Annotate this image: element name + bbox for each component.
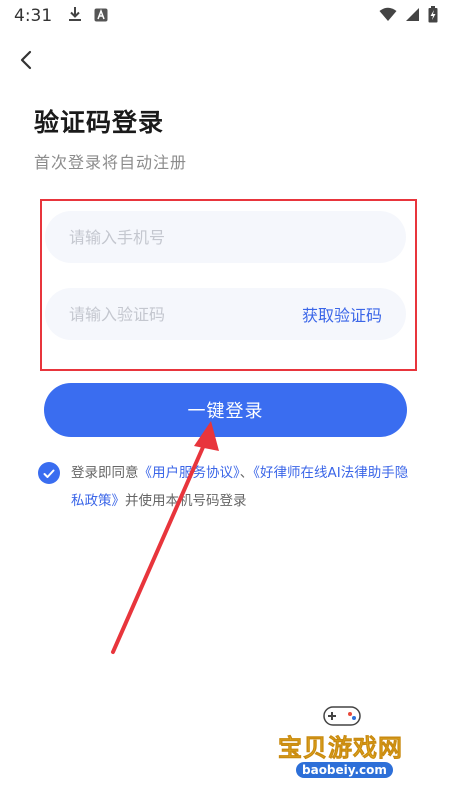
- status-time: 4:31: [14, 6, 53, 26]
- agreement-separator: 、: [239, 465, 254, 481]
- checkmark-icon: [43, 464, 55, 483]
- chevron-left-icon: [19, 50, 33, 74]
- agreement-suffix: 并使用本机号码登录: [125, 493, 247, 509]
- get-code-button[interactable]: 获取验证码: [302, 302, 382, 326]
- phone-input-row: [45, 211, 406, 263]
- one-click-login-button[interactable]: 一键登录: [44, 383, 407, 437]
- page-subtitle: 首次登录将自动注册: [34, 153, 188, 172]
- back-button[interactable]: [10, 46, 42, 78]
- signal-icon: [405, 7, 420, 26]
- accessibility-icon: [94, 7, 108, 26]
- verification-code-input[interactable]: [69, 304, 294, 324]
- code-input-row: 获取验证码: [45, 288, 406, 340]
- agreement-checkbox[interactable]: [38, 462, 60, 484]
- status-bar: 4:31: [0, 0, 450, 32]
- watermark-title: 宝贝游戏网: [278, 734, 403, 763]
- battery-charging-icon: [428, 5, 438, 27]
- watermark-domain: baobeiy.com: [296, 762, 393, 778]
- agreement-prefix: 登录即同意: [71, 465, 139, 481]
- status-left-icons: [68, 6, 108, 26]
- watermark: 宝贝游戏网 baobeiy.com: [264, 700, 424, 790]
- user-service-agreement-link[interactable]: 《用户服务协议》: [139, 465, 240, 481]
- wifi-icon: [379, 7, 397, 26]
- status-right-icons: [379, 5, 438, 27]
- phone-input[interactable]: [69, 227, 382, 247]
- page-title: 验证码登录: [34, 108, 165, 137]
- download-icon: [68, 6, 82, 26]
- agreement-text: 登录即同意《用户服务协议》、《好律师在线AI法律助手隐私政策》并使用本机号码登录: [71, 459, 421, 515]
